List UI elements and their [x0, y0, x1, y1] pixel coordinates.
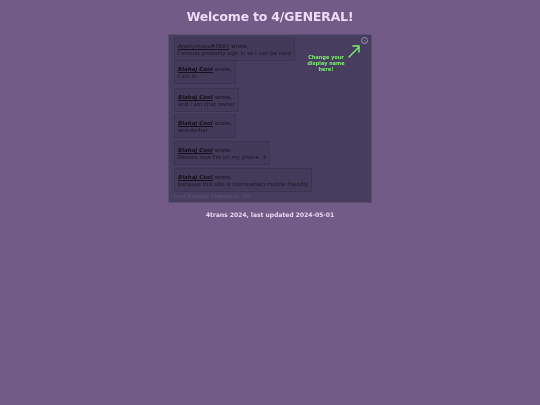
display-name-hint: Change your display name here! — [296, 42, 372, 73]
message-wrote-label: wrote, — [214, 95, 232, 101]
message-text: I am in — [178, 74, 197, 80]
message-text: and I am chat owner — [178, 102, 235, 108]
message-author[interactable]: Blahaj Cool — [178, 95, 213, 101]
message-author[interactable]: Anonymous#5693 — [178, 44, 229, 50]
message-author[interactable]: Blahaj Cool — [178, 121, 213, 127]
chat-message: Blahaj Cool wrote, Wowee now I'm on my ph… — [174, 141, 271, 165]
hint-text: Change your display name here! — [307, 55, 345, 73]
chat-message: Blahaj Cool wrote, I am in — [174, 60, 236, 84]
message-wrote-label: wrote, — [214, 175, 232, 181]
chat-footer: Send Message Powered by Doc — [173, 194, 251, 200]
message-author[interactable]: Blahaj Cool — [178, 67, 213, 73]
chat-message: Blahaj Cool wrote, and I am chat owner — [174, 88, 239, 112]
chat-message: Anonymous#5693 wrote, I should probably s… — [174, 37, 295, 61]
page-title: Welcome to 4/GENERAL! — [186, 9, 354, 24]
message-text: Wowee now I'm on my phone :3 — [178, 155, 267, 161]
message-wrote-label: wrote, — [214, 148, 232, 154]
chat-message: Blahaj Cool wrote, because this site is (… — [174, 168, 313, 192]
chat-message: Blahaj Cool wrote, wunderbar — [174, 114, 236, 138]
message-text: because this site is (somewhat) mobile f… — [178, 182, 309, 188]
message-wrote-label: wrote, — [231, 44, 249, 50]
message-author[interactable]: Blahaj Cool — [178, 148, 213, 154]
message-author[interactable]: Blahaj Cool — [178, 175, 213, 181]
page: Welcome to 4/GENERAL! x Anonymous#5693 wr… — [0, 0, 540, 405]
message-wrote-label: wrote, — [214, 121, 232, 127]
message-wrote-label: wrote, — [214, 67, 232, 73]
last-updated-text: 4trans 2024, last updated 2024-05-01 — [205, 212, 335, 219]
message-text: I should probably sign in so I can be mo… — [178, 51, 291, 57]
message-text: wunderbar — [178, 128, 208, 134]
